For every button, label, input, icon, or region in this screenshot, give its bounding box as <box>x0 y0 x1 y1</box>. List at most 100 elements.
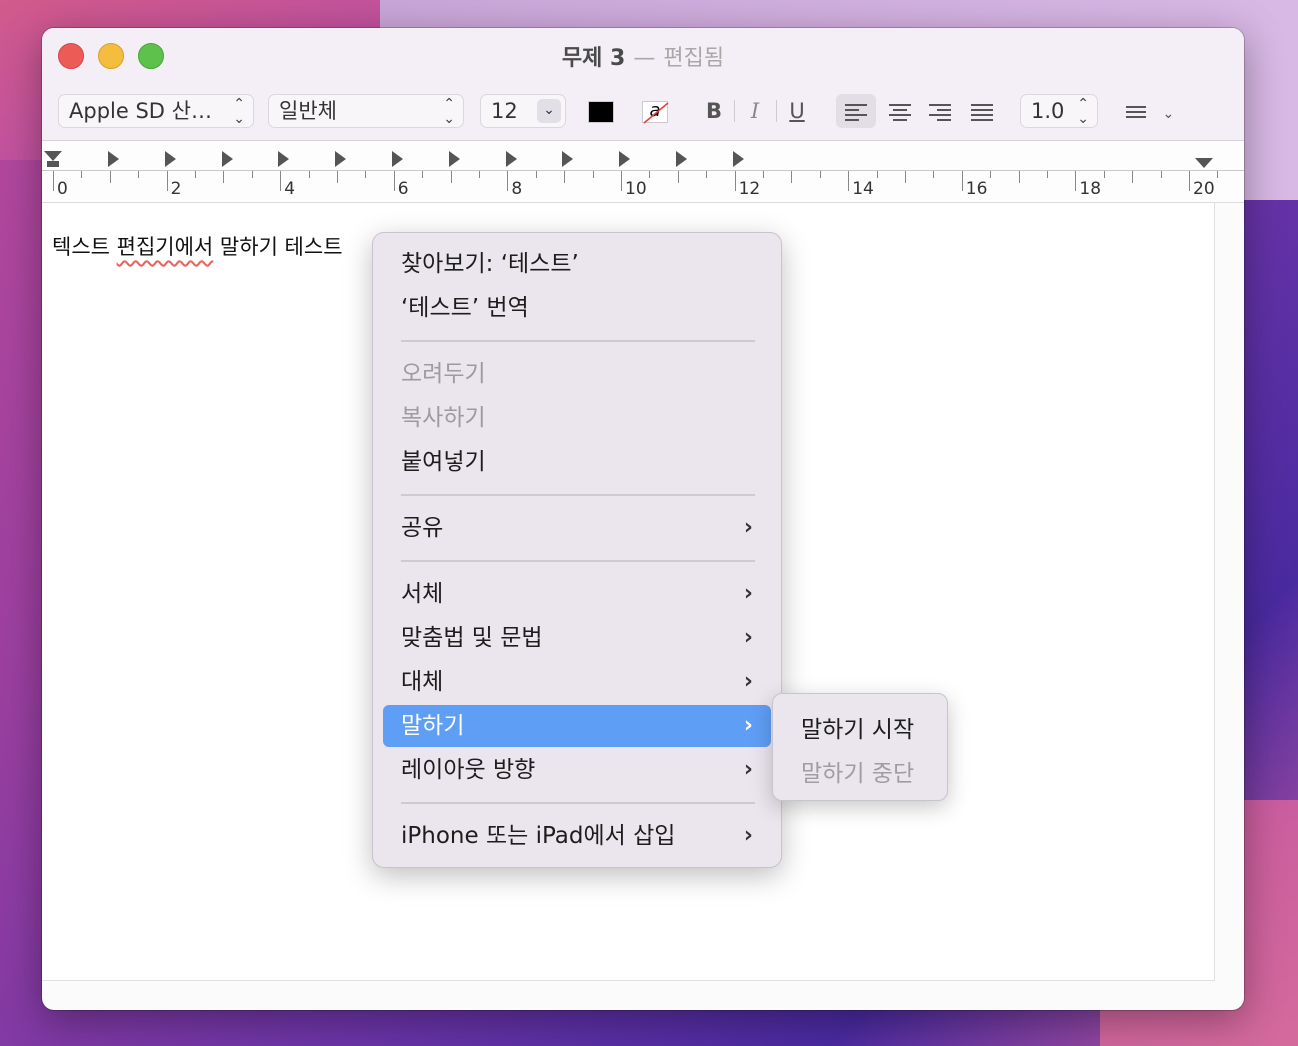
menu-item-layout-direction[interactable]: 레이아웃 방향 › <box>383 749 771 791</box>
ruler-label: 16 <box>965 179 988 199</box>
divider <box>776 100 777 122</box>
text-color-well[interactable] <box>588 101 614 123</box>
background-color-well[interactable]: a <box>642 101 669 124</box>
ruler-tick <box>990 171 992 178</box>
menu-item-label: iPhone 또는 iPad에서 삽입 <box>401 823 676 849</box>
menu-item-label: 서체 <box>401 581 444 607</box>
ruler-tick <box>763 171 764 178</box>
tab-stop-marker[interactable] <box>392 151 403 167</box>
ruler-label: 14 <box>852 179 874 199</box>
menu-item-speech[interactable]: 말하기 › <box>383 705 771 747</box>
font-family-popup[interactable]: Apple SD 산… ⌃ ⌄ <box>58 94 254 128</box>
ruler-tick <box>819 171 821 178</box>
document-text[interactable]: 텍스트 편집기에서 말하기 테스트 <box>52 231 343 261</box>
ruler-tick <box>1018 171 1020 183</box>
ruler-tick <box>592 171 594 178</box>
tab-stop-marker[interactable] <box>619 151 631 167</box>
misspelled-word[interactable]: 편집기에서 <box>117 235 214 259</box>
ruler-label: 6 <box>397 179 409 199</box>
ruler-baseline <box>42 170 1244 171</box>
context-menu: 찾아보기: ‘테스트’ ‘테스트’ 번역 오려두기 복사하기 붙여넣기 공유 › … <box>372 232 782 868</box>
ruler-tick <box>1189 171 1190 191</box>
align-left-button[interactable] <box>836 94 876 128</box>
align-right-button[interactable] <box>920 94 960 128</box>
menu-item-substitutions[interactable]: 대체 › <box>383 661 771 703</box>
align-left-icon <box>845 101 867 124</box>
tab-stop-marker[interactable] <box>448 151 460 167</box>
ruler-tick <box>337 171 338 183</box>
menu-item-label: 공유 <box>401 515 444 541</box>
ruler-label: 2 <box>170 179 182 199</box>
edited-status: 편집됨 <box>663 46 725 71</box>
menu-item-start-speaking[interactable]: 말하기 시작 <box>801 710 914 744</box>
bold-button[interactable]: B <box>697 94 731 128</box>
ruler-tick <box>138 171 140 178</box>
ruler-tick <box>933 171 935 178</box>
align-center-button[interactable] <box>880 94 920 128</box>
chevron-right-icon: › <box>743 713 753 738</box>
menu-item-translate[interactable]: ‘테스트’ 번역 <box>383 287 771 329</box>
ruler-tick <box>166 171 168 191</box>
list-style-popup[interactable]: ⌄ <box>1120 94 1180 128</box>
updown-arrows-icon: ⌃ ⌄ <box>1077 96 1089 127</box>
menu-item-label: 복사하기 <box>401 405 486 431</box>
no-color-slash-icon <box>643 102 669 124</box>
tab-stop-marker[interactable] <box>732 151 744 167</box>
ruler[interactable]: 0 2 4 6 8 10 12 14 16 18 20 <box>42 141 1244 203</box>
menu-separator <box>401 494 755 496</box>
tab-stop-marker[interactable] <box>676 151 687 167</box>
chevron-down-icon[interactable]: ⌄ <box>537 99 561 123</box>
tab-stop-marker[interactable] <box>335 151 347 167</box>
font-style-popup[interactable]: 일반체 ⌃ ⌄ <box>268 94 464 128</box>
title-separator: — <box>633 46 656 71</box>
left-indent-marker[interactable] <box>47 161 59 167</box>
ruler-tick <box>791 171 793 183</box>
tab-stop-marker[interactable] <box>562 151 574 167</box>
tab-stop-marker[interactable] <box>278 151 290 167</box>
line-spacing-popup[interactable]: 1.0 ⌃ ⌄ <box>1020 94 1098 128</box>
ruler-label: 20 <box>1193 179 1215 199</box>
ruler-label: 18 <box>1079 179 1102 199</box>
menu-item-font[interactable]: 서체 › <box>383 573 771 615</box>
align-center-icon <box>889 101 911 124</box>
right-indent-marker[interactable] <box>1195 158 1213 168</box>
menu-item-lookup[interactable]: 찾아보기: ‘테스트’ <box>383 243 771 285</box>
menu-item-label: 찾아보기: ‘테스트’ <box>401 251 579 277</box>
text-run: 텍스트 <box>52 235 117 259</box>
ruler-tick <box>706 171 708 178</box>
ruler-tick <box>507 171 509 191</box>
tab-stop-marker[interactable] <box>164 151 176 167</box>
window-title: 무제 3 — 편집됨 <box>42 40 1244 72</box>
chevron-right-icon: › <box>743 669 753 694</box>
font-size-combo[interactable]: 12 ⌄ <box>480 94 566 128</box>
menu-separator <box>401 560 755 562</box>
menu-item-insert-from-device[interactable]: iPhone 또는 iPad에서 삽입 › <box>383 815 771 857</box>
ruler-tick <box>876 171 878 178</box>
ruler-tick <box>564 171 566 183</box>
ruler-tick <box>961 171 963 191</box>
updown-arrows-icon: ⌃ ⌄ <box>443 96 455 127</box>
first-line-indent-marker[interactable] <box>44 151 62 161</box>
menu-item-share[interactable]: 공유 › <box>383 507 771 549</box>
justify-button[interactable] <box>962 94 1002 128</box>
ruler-label: 4 <box>284 179 296 199</box>
menu-item-spelling-grammar[interactable]: 맞춤법 및 문법 › <box>383 617 771 659</box>
underline-button[interactable]: U <box>780 94 814 128</box>
menu-item-paste[interactable]: 붙여넣기 <box>383 441 771 483</box>
tab-stop-marker[interactable] <box>108 151 119 167</box>
ruler-tick <box>649 171 651 178</box>
tab-stop-marker[interactable] <box>505 151 517 167</box>
chevron-right-icon: › <box>743 515 753 540</box>
italic-button[interactable]: I <box>738 94 772 128</box>
menu-item-label: 맞춤법 및 문법 <box>401 625 543 651</box>
bullet-list-icon <box>1125 103 1146 121</box>
ruler-tick <box>422 171 424 178</box>
font-style-value: 일반체 <box>279 99 337 123</box>
ruler-tick <box>1047 171 1048 178</box>
line-spacing-value: 1.0 <box>1031 99 1065 123</box>
menu-item-label: 대체 <box>401 669 444 695</box>
ruler-tick <box>251 171 253 178</box>
align-right-icon <box>929 101 951 124</box>
ruler-tick <box>109 171 111 183</box>
tab-stop-marker[interactable] <box>221 151 233 167</box>
